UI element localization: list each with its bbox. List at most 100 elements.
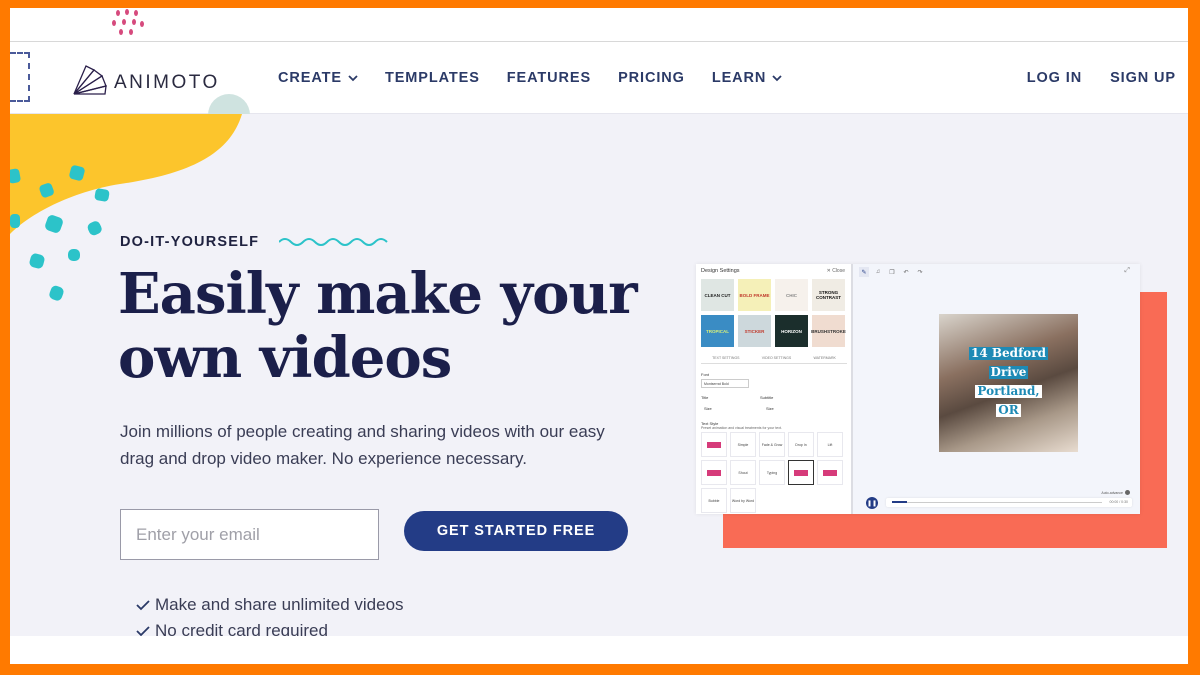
brand-name: ANIMOTO xyxy=(114,72,220,93)
hero-section: DO-IT-YOURSELF Easily make your own vide… xyxy=(10,114,1188,636)
text-style-label: Bubble xyxy=(708,498,720,503)
auth-links: LOG IN SIGN UP xyxy=(1027,42,1176,114)
chevron-down-icon xyxy=(772,74,782,81)
nav-pricing-label: PRICING xyxy=(618,70,685,86)
theme-tile[interactable]: BRUSHSTROKE xyxy=(811,315,846,347)
time-readout: 00:00 / 0:30 xyxy=(1109,500,1129,504)
autoplay-label: Auto-advance xyxy=(1101,490,1123,495)
video-text-line: Portland, xyxy=(975,384,1042,398)
headline-line-1: Easily make your xyxy=(118,261,638,327)
login-link[interactable]: LOG IN xyxy=(1027,70,1082,86)
text-style-label: Typing xyxy=(766,470,778,475)
toggle-dot xyxy=(1125,490,1130,495)
subtitle-size[interactable]: Size xyxy=(766,406,774,411)
theme-tile[interactable]: TROPICAL xyxy=(701,315,734,347)
text-style-option[interactable]: Lift xyxy=(817,432,843,457)
checkmark-icon xyxy=(136,626,150,636)
nav-templates[interactable]: TEMPLATES xyxy=(385,70,480,86)
music-icon[interactable]: ♫ xyxy=(873,267,883,277)
settings-tabs: TEXT SETTINGS VIDEO SETTINGS WATERMARK xyxy=(701,356,847,364)
get-started-button[interactable]: GET STARTED FREE xyxy=(404,511,628,551)
text-style-option[interactable] xyxy=(701,460,727,485)
style-preview xyxy=(794,469,808,476)
text-style-option[interactable]: Word by Word xyxy=(730,488,756,513)
video-text-line: 14 Bedford xyxy=(969,346,1048,360)
fan-logo-icon xyxy=(73,65,107,95)
autoplay-toggle[interactable]: Auto-advance xyxy=(1101,490,1130,495)
timeline-progress xyxy=(892,501,907,503)
checkmark-icon xyxy=(136,600,150,611)
style-preview xyxy=(823,469,837,476)
tab-text-settings[interactable]: TEXT SETTINGS xyxy=(712,356,739,360)
title-label: Title xyxy=(701,395,709,400)
text-style-option[interactable]: Drop In xyxy=(788,432,814,457)
pause-button[interactable]: ❚❚ xyxy=(866,497,878,509)
video-text-line: OR xyxy=(996,403,1021,417)
font-label: Font xyxy=(701,372,710,377)
headline-line-2: own videos xyxy=(118,325,452,391)
video-preview[interactable]: 14 Bedford Drive Portland, OR xyxy=(939,314,1078,452)
text-style-option[interactable]: Shout xyxy=(730,460,756,485)
nav-learn-label: LEARN xyxy=(711,70,767,86)
style-preview xyxy=(707,441,721,448)
text-style-option[interactable]: Typing xyxy=(759,460,785,485)
subtitle-label: Subtitle xyxy=(760,395,774,400)
text-style-grid: Simple Fade & Grow Drop In Lift Shout Typing B… xyxy=(701,432,843,513)
text-style-option[interactable]: Fade & Grow xyxy=(759,432,785,457)
theme-tile[interactable]: BOLD FRAME xyxy=(738,279,771,311)
email-input[interactable] xyxy=(120,509,379,560)
tab-watermark[interactable]: WATERMARK xyxy=(813,356,835,360)
theme-tile[interactable]: STICKER xyxy=(738,315,771,347)
browser-frame: ANIMOTO CREATE TEMPLATES FEATURES PRICIN… xyxy=(10,8,1188,664)
panel-close-button[interactable]: ✕ Close xyxy=(827,268,845,274)
text-style-option[interactable] xyxy=(788,460,814,485)
theme-tile[interactable]: CHIC xyxy=(775,279,808,311)
nav-learn[interactable]: LEARN xyxy=(712,70,782,86)
pencil-icon[interactable]: ✎ xyxy=(859,267,869,277)
undo-icon[interactable]: ↶ xyxy=(901,267,911,277)
timeline-scrubber[interactable]: 00:00 / 0:30 xyxy=(886,498,1132,507)
timeline-track xyxy=(892,501,1102,503)
eyebrow-text: DO-IT-YOURSELF xyxy=(120,234,260,250)
text-style-label: Word by Word xyxy=(731,498,755,503)
title-size[interactable]: Size xyxy=(704,406,712,411)
nav-create-label: CREATE xyxy=(278,70,342,86)
nav-create[interactable]: CREATE xyxy=(278,70,358,86)
hero-subtext: Join millions of people creating and sha… xyxy=(120,422,605,468)
benefit-item: Make and share unlimited videos xyxy=(136,592,404,618)
text-style-hint: Preset animation and visual treatments f… xyxy=(701,426,782,430)
font-select[interactable]: Montserrat Bold xyxy=(701,379,749,388)
bottom-strip xyxy=(10,636,1188,664)
video-title-overlay: 14 Bedford Drive Portland, OR xyxy=(939,342,1078,418)
text-style-label: Fade & Grow xyxy=(761,442,783,447)
panel-title: Design Settings xyxy=(701,268,740,274)
theme-tile[interactable]: CLEAN CUT xyxy=(701,279,734,311)
chevron-down-icon xyxy=(348,74,358,81)
benefit-list: Make and share unlimited videos No credi… xyxy=(136,592,404,636)
video-text-line: Drive xyxy=(988,365,1029,379)
theme-tile[interactable]: HORIZON xyxy=(775,315,808,347)
redo-icon[interactable]: ↷ xyxy=(915,267,925,277)
theme-tile[interactable]: STRONG CONTRAST xyxy=(812,279,845,311)
expand-icon[interactable]: ⤢ xyxy=(1124,267,1130,275)
text-style-option[interactable]: Bubble xyxy=(701,488,727,513)
signup-link[interactable]: SIGN UP xyxy=(1110,70,1176,86)
style-preview xyxy=(707,469,721,476)
text-style-label: Drop In xyxy=(795,442,807,447)
copy-icon[interactable]: ❐ xyxy=(887,267,897,277)
text-style-label: Simple xyxy=(737,442,749,447)
nav-features[interactable]: FEATURES xyxy=(507,70,591,86)
tab-video-settings[interactable]: VIDEO SETTINGS xyxy=(762,356,791,360)
text-style-option[interactable]: Simple xyxy=(730,432,756,457)
hero-headline: Easily make your own videos xyxy=(118,261,638,391)
text-style-option[interactable] xyxy=(817,460,843,485)
animoto-logo[interactable]: ANIMOTO xyxy=(72,42,220,114)
site-header: ANIMOTO CREATE TEMPLATES FEATURES PRICIN… xyxy=(10,9,1188,136)
top-strip xyxy=(10,8,1188,42)
benefit-text: Make and share unlimited videos xyxy=(155,595,404,614)
dashed-decoration xyxy=(10,52,30,102)
coral-pattern-decoration xyxy=(723,514,1167,548)
text-style-option[interactable] xyxy=(701,432,727,457)
text-style-label: Shout xyxy=(738,470,748,475)
nav-pricing[interactable]: PRICING xyxy=(618,70,685,86)
